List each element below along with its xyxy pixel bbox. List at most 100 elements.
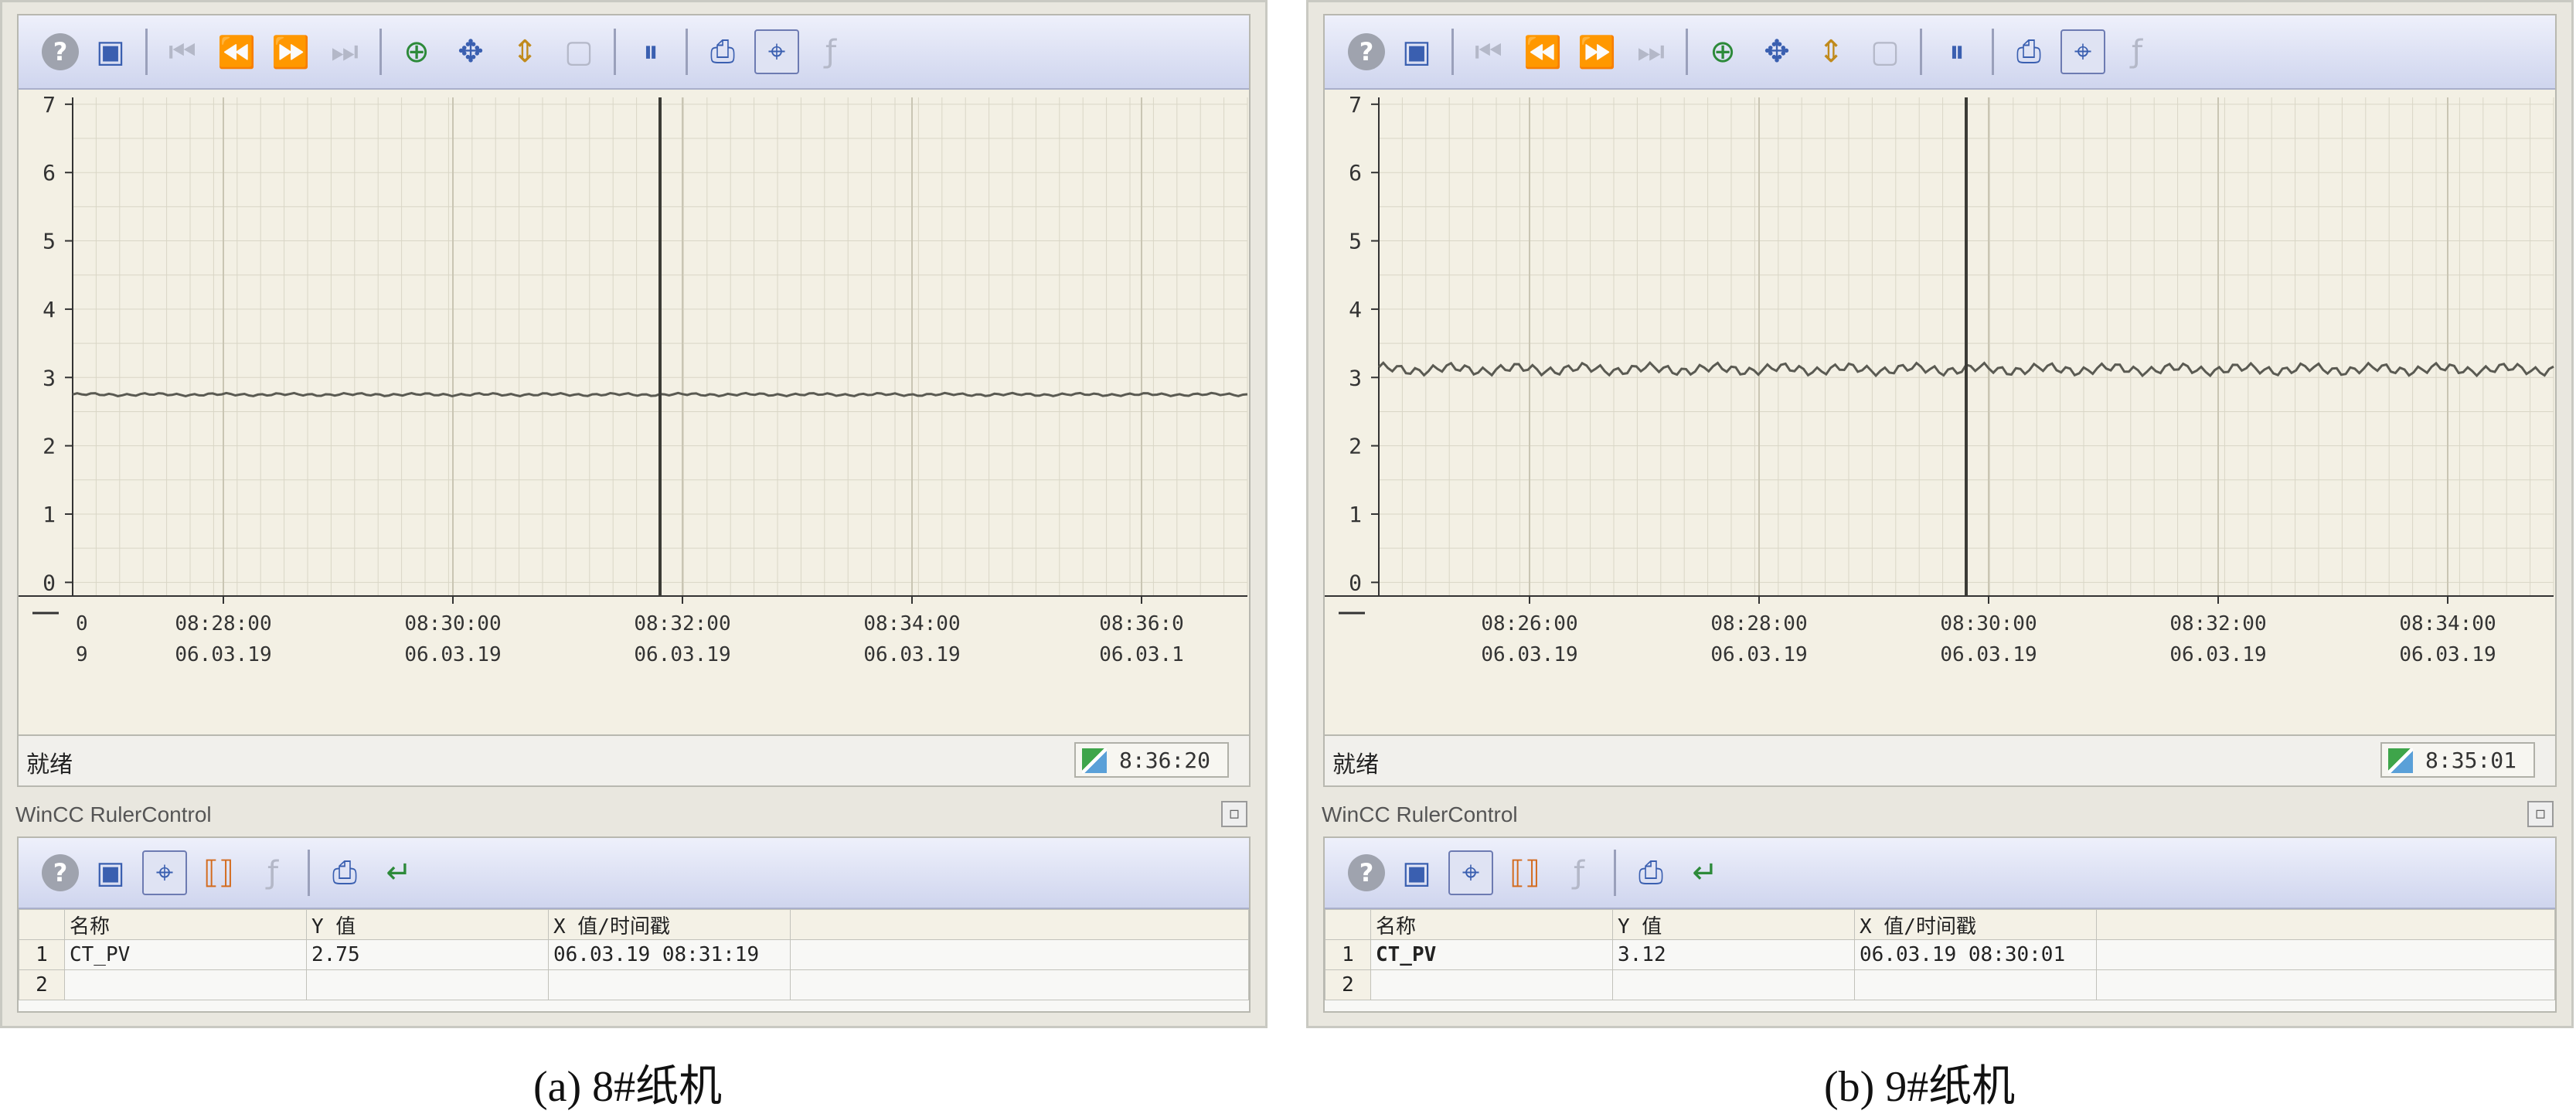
x-tick-label: 08:28:00 (1710, 612, 1807, 635)
zoom-icon[interactable]: ⊕ (1700, 29, 1745, 74)
ruler-icon[interactable]: ⌖ (754, 29, 799, 74)
config-icon[interactable]: ▣ (88, 850, 133, 895)
move-icon[interactable]: ✥ (448, 29, 493, 74)
y-tick-label: 3 (43, 365, 56, 390)
x-tick-label: 06.03.1 (1099, 643, 1184, 666)
help-icon[interactable]: ? (42, 854, 79, 891)
y-tick-label: 1 (1349, 502, 1362, 527)
help-icon[interactable]: ? (1348, 33, 1385, 70)
ruler-table: 名称 Y 值 X 值/时间戳 1 CT_PV 2.75 06.03.19 08:… (19, 909, 1249, 1000)
y-tick-label: 1 (43, 502, 56, 527)
restore-icon[interactable]: ▫ (1221, 801, 1247, 827)
column-header-name[interactable]: 名称 (1370, 909, 1613, 940)
y-tick-label: 7 (1349, 92, 1362, 118)
row-number-header (19, 909, 65, 940)
cell-x: 06.03.19 08:30:01 (1854, 939, 2097, 970)
column-header-x[interactable]: X 值/时间戳 (548, 909, 791, 940)
table-row[interactable]: 2 (19, 969, 1249, 1000)
trend-plot[interactable]: 7 6 5 4 3 2 1 00 9 08:28:00 06.03.19 08:30:00 06.03.… (19, 90, 1249, 708)
help-icon[interactable]: ? (42, 33, 79, 70)
trend-toolbar: ? ▣ ⏮ ⏪ ⏩ ⏭ ⊕ ✥ ⇕ ▢ ⏸ ⎙ ⌖ ƒ (1325, 15, 2555, 90)
table-row[interactable]: 1 CT_PV 3.12 06.03.19 08:30:01 (1325, 939, 2555, 970)
cell-name (1370, 969, 1613, 1000)
status-time-field: 8:35:01 (2380, 742, 2535, 778)
range-icon[interactable]: ⟦⟧ (1502, 850, 1547, 895)
online-trend-control: ? ▣ ⏮ ⏪ ⏩ ⏭ ⊕ ✥ ⇕ ▢ ⏸ ⎙ ⌖ ƒ 7 6 5 4 3 2 1 0 0 9 08… (17, 14, 1251, 787)
stats-icon[interactable]: ƒ (1557, 850, 1601, 895)
print-icon[interactable]: ⎙ (322, 850, 367, 895)
move-icon[interactable]: ✥ (1754, 29, 1799, 74)
table-row[interactable]: 1 CT_PV 2.75 06.03.19 08:31:19 (19, 939, 1249, 970)
ruler-window-title: WinCC RulerControl (15, 802, 212, 826)
x-tick-label: 08:34:00 (2399, 612, 2496, 635)
next-icon[interactable]: ⏩ (268, 29, 313, 74)
print-icon[interactable]: ⎙ (2006, 29, 2051, 74)
print-icon[interactable]: ⎙ (1628, 850, 1673, 895)
original-view-icon[interactable]: ▢ (556, 29, 601, 74)
toolbar-separator (379, 29, 382, 75)
first-page-icon[interactable]: ⏮ (160, 29, 205, 74)
range-icon[interactable]: ⟦⟧ (196, 850, 241, 895)
help-icon[interactable]: ? (1348, 854, 1385, 891)
cell-name: CT_PV (1370, 939, 1613, 970)
connection-icon (2388, 748, 2413, 773)
stats-icon[interactable]: ƒ (250, 850, 295, 895)
caption-a: (a) 8#纸机 (533, 1063, 723, 1111)
y-tick-label: 5 (43, 229, 56, 254)
ruler-icon[interactable]: ⌖ (2060, 29, 2105, 74)
prev-icon[interactable]: ⏪ (1520, 29, 1565, 74)
cell-y (1612, 969, 1855, 1000)
x-tick-label: 06.03.19 (2169, 643, 2266, 666)
toolbar-separator (1451, 29, 1454, 75)
toolbar-separator (308, 850, 310, 896)
config-icon[interactable]: ▣ (1394, 29, 1439, 74)
export-icon[interactable]: ↵ (1683, 850, 1727, 895)
axis-icon[interactable]: ⇕ (502, 29, 547, 74)
ruler-icon[interactable]: ⌖ (142, 850, 187, 895)
table-header: 名称 Y 值 X 值/时间戳 (1325, 909, 2555, 940)
row-number: 2 (19, 969, 65, 1000)
x-tick-label: 08:30:00 (404, 612, 501, 635)
first-page-icon[interactable]: ⏮ (1466, 29, 1511, 74)
status-text: 就绪 (1332, 751, 1379, 778)
y-tick-label: 7 (43, 92, 56, 118)
ruler-icon[interactable]: ⌖ (1448, 850, 1493, 895)
restore-icon[interactable]: ▫ (2527, 801, 2554, 827)
y-tick-label: 5 (1349, 229, 1362, 254)
y-tick-label: 4 (1349, 297, 1362, 322)
print-icon[interactable]: ⎙ (700, 29, 745, 74)
stop-icon[interactable]: ⏸ (1935, 29, 1979, 74)
column-header-name[interactable]: 名称 (64, 909, 307, 940)
column-header-y[interactable]: Y 值 (1612, 909, 1855, 940)
original-view-icon[interactable]: ▢ (1863, 29, 1907, 74)
zoom-icon[interactable]: ⊕ (394, 29, 439, 74)
x-tick-label: 06.03.19 (404, 643, 501, 666)
next-icon[interactable]: ⏩ (1574, 29, 1619, 74)
status-time: 8:35:01 (2425, 747, 2517, 773)
export-icon[interactable]: ↵ (376, 850, 421, 895)
last-page-icon[interactable]: ⏭ (322, 29, 367, 74)
table-cell (2096, 939, 2555, 970)
trend-panel-b: ? ▣ ⏮ ⏪ ⏩ ⏭ ⊕ ✥ ⇕ ▢ ⏸ ⎙ ⌖ ƒ 7 6 5 4 3 2 1 0 08:2… (1306, 0, 2574, 1028)
table-row[interactable]: 2 (1325, 969, 2555, 1000)
trend-plot[interactable]: 7 6 5 4 3 2 1 0 08:26:00 06.03.19 08:28:00 06.03.19… (1325, 90, 2555, 708)
column-header-x[interactable]: X 值/时间戳 (1854, 909, 2097, 940)
y-tick-label: 6 (1349, 160, 1362, 186)
x-tick-label: 06.03.19 (175, 643, 271, 666)
config-icon[interactable]: ▣ (1394, 850, 1439, 895)
axis-icon[interactable]: ⇕ (1809, 29, 1853, 74)
caption-b: (b) 9#纸机 (1824, 1063, 2016, 1111)
table-cell (790, 909, 1249, 940)
status-bar: 就绪 8:36:20 (19, 734, 1249, 785)
config-icon[interactable]: ▣ (88, 29, 133, 74)
stats-icon[interactable]: ƒ (808, 29, 853, 74)
stop-icon[interactable]: ⏸ (628, 29, 673, 74)
x-tick-label: 06.03.19 (2399, 643, 2496, 666)
column-header-y[interactable]: Y 值 (306, 909, 549, 940)
y-tick-label: 6 (43, 160, 56, 186)
prev-icon[interactable]: ⏪ (214, 29, 259, 74)
status-time-field: 8:36:20 (1074, 742, 1229, 778)
stats-icon[interactable]: ƒ (2115, 29, 2159, 74)
last-page-icon[interactable]: ⏭ (1628, 29, 1673, 74)
x-tick-label: 08:34:00 (863, 612, 960, 635)
